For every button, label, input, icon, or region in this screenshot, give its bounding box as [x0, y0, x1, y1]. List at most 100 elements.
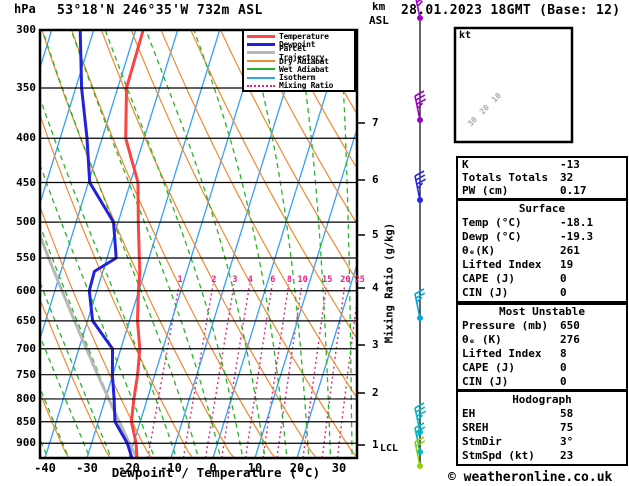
stats-row-label: Temp (°C)	[462, 215, 522, 229]
temp-tick-label: 0	[209, 461, 217, 475]
pressure-tick-label: 700	[16, 341, 36, 355]
temp-tick-label: -10	[160, 461, 182, 475]
pressure-tick-label: 350	[16, 80, 36, 94]
dewpoint-legend-swatch	[247, 42, 275, 46]
mixing-ratio-value-label: 1	[177, 275, 183, 285]
stats-row-label: θₑ (K)	[462, 333, 502, 347]
stats-row-label: StmSpd (kt)	[462, 449, 535, 463]
temp-tick-label: -20	[118, 461, 140, 475]
stats-row-label: CIN (J)	[462, 374, 509, 388]
mixing-ratio-value-label: 10	[297, 275, 308, 285]
stats-row: K -13	[458, 158, 626, 171]
stats-row: PW (cm) 0.17	[458, 184, 626, 197]
stats-row: CIN (J) 0	[458, 374, 626, 388]
stats-row-value: 261	[560, 243, 580, 257]
temp-tick-label: -30	[76, 461, 98, 475]
stats-row: Lifted Index 8	[458, 346, 626, 360]
stats-row: SREH 75	[458, 420, 626, 434]
stats-row: θₑ (K) 276	[458, 333, 626, 347]
pressure-tick-label: 600	[16, 283, 36, 297]
stats-row: Dewp (°C) -19.3	[458, 229, 626, 243]
km-tick-label: 3	[372, 338, 379, 351]
isotherm-legend-swatch	[247, 76, 275, 79]
legend-row: Mixing Ratio	[244, 81, 354, 91]
stats-row-label: K	[462, 158, 469, 171]
stats-row-label: Pressure (mb)	[462, 319, 549, 333]
pressure-unit-label: hPa	[14, 2, 36, 16]
temp-tick-label: 10	[247, 461, 263, 475]
copyright: © weatheronline.co.uk	[448, 470, 613, 485]
stats-section-indices: K -13 Totals Totals 32 PW (cm) 0.17	[456, 156, 628, 200]
dry-adiabat-line	[71, 30, 276, 458]
stats-row-value: -13	[560, 158, 580, 171]
hodograph-unit-label: kt	[459, 30, 472, 41]
pressure-tick-label: 650	[16, 313, 36, 327]
mixing-ratio-line	[204, 284, 235, 458]
temp-tick-label: -40	[34, 461, 56, 475]
pressure-tick-label: 450	[16, 175, 36, 189]
skewt-sounding-page: hPa 53°18'N 246°35'W 732m ASL km ASL 28.…	[0, 0, 629, 486]
stats-row-value: 3°	[560, 435, 574, 449]
asl-unit-label: ASL	[369, 14, 389, 27]
stats-section-title: Hodograph	[512, 392, 572, 406]
legend-box: Temperature Dewpoint Parcel Trajectory Dry …	[242, 29, 356, 92]
mixing-ratio-value-label: 20	[340, 275, 351, 285]
mixing-ratio-value-label: 3	[232, 275, 238, 285]
stats-row-value: 75	[560, 420, 574, 434]
stats-row-label: CIN (J)	[462, 286, 509, 300]
isotherm-line	[128, 30, 263, 458]
temp-tick-label: 20	[289, 461, 305, 475]
stats-section-most-unstable: Most Unstable Pressure (mb) 650 θₑ (K) 276 Li…	[456, 303, 628, 391]
stats-row: CAPE (J) 0	[458, 272, 626, 286]
plot-border	[38, 28, 359, 460]
mixing-ratio-value-label: 15	[322, 275, 333, 285]
stats-row-value: 58	[560, 406, 574, 420]
temp-tick-label: 30	[331, 461, 347, 475]
wind-barb-feather	[416, 98, 427, 105]
lcl-marker-label: LCL	[380, 443, 399, 454]
km-tick-label: 5	[372, 228, 379, 241]
isotherm-line	[212, 30, 347, 458]
mixing-ratio-legend-swatch	[247, 84, 275, 87]
mixing-ratio-value-label: 25	[354, 275, 365, 285]
km-unit-label: km	[372, 0, 386, 13]
stats-row-value: -18.1	[560, 215, 594, 229]
stats-row: Temp (°C) -18.1	[458, 215, 626, 229]
isotherm-line	[254, 126, 357, 458]
stats-row: Totals Totals 32	[458, 171, 626, 184]
stats-row: CIN (J) 0	[458, 286, 626, 300]
stats-row-label: Dewp (°C)	[462, 229, 522, 243]
temperature-legend-swatch	[247, 34, 275, 38]
mixing-ratio-line	[262, 284, 290, 458]
legend-item-label: Mixing Ratio	[279, 81, 334, 91]
stats-row: StmDir 3°	[458, 435, 626, 449]
dry-adiabat-line	[220, 30, 357, 282]
pressure-tick-label: 800	[16, 391, 36, 405]
stats-row: Pressure (mb) 650	[458, 319, 626, 333]
station-title: 53°18'N 246°35'W 732m ASL	[57, 3, 263, 18]
stats-row: θₑ(K) 261	[458, 243, 626, 257]
mixing-ratio-line	[321, 284, 346, 458]
wet-adiabat-line	[0, 24, 5, 455]
stats-row-label: CAPE (J)	[462, 272, 515, 286]
pressure-tick-label: 500	[16, 215, 36, 229]
pressure-tick-label: 850	[16, 414, 36, 428]
stats-row: StmSpd (kt) 23	[458, 449, 626, 463]
pressure-tick-label: 900	[16, 436, 36, 450]
stats-row-value: 276	[560, 333, 580, 347]
wet-adiabat-line	[395, 24, 408, 455]
km-tick-label: 7	[372, 116, 379, 129]
mixing-ratio-line	[221, 284, 251, 458]
stats-section-surface: Surface Temp (°C) -18.1 Dewp (°C) -19.3 θₑ(K)…	[456, 199, 628, 303]
stats-row-value: 0	[560, 374, 567, 388]
km-tick-label: 2	[372, 386, 379, 399]
isotherm-line	[296, 262, 357, 458]
stats-row-value: 0	[560, 286, 567, 300]
stats-row-value: 32	[560, 171, 574, 184]
km-tick-label: 4	[372, 281, 379, 294]
temperature-line	[124, 30, 145, 458]
stats-row: EH 58	[458, 406, 626, 420]
stats-row-label: EH	[462, 406, 476, 420]
mixing-ratio-value-label: 4	[247, 275, 253, 285]
stats-row-label: Lifted Index	[462, 346, 542, 360]
